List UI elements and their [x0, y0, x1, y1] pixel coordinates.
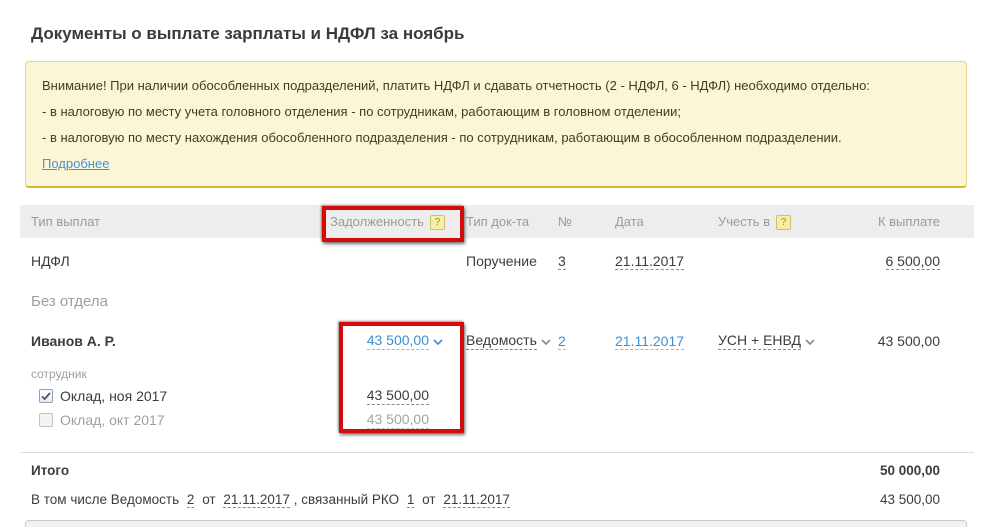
- chevron-down-icon[interactable]: [433, 333, 443, 349]
- table-header-row: Тип выплат Задолженность? Тип док-та № Д…: [20, 205, 974, 238]
- table-row-ndfl: НДФЛ Поручение 3 21.11.2017 6 500,00: [20, 238, 974, 284]
- total-detail-value: 43 500,00: [879, 491, 940, 507]
- total-detail-row: В том числе Ведомость 2 от 21.11.2017 , …: [20, 487, 974, 511]
- employee-doc-type-link[interactable]: Ведомость: [466, 332, 537, 350]
- employee-account-in-link[interactable]: УСН + ЕНВД: [718, 332, 802, 350]
- payroll-documents-page: Документы о выплате зарплаты и НДФЛ за н…: [0, 0, 992, 527]
- employee-debt-link[interactable]: 43 500,00: [366, 332, 429, 350]
- salary-item-label[interactable]: Оклад, ноя 2017: [60, 388, 167, 404]
- account-in-help-icon[interactable]: ?: [776, 214, 792, 230]
- detail-middle: , связанный РКО: [293, 491, 400, 507]
- employee-doc-date-link[interactable]: 21.11.2017: [615, 332, 685, 350]
- salary-item-label[interactable]: Оклад, окт 2017: [60, 412, 165, 428]
- salary-item-checkbox-unchecked[interactable]: [39, 413, 53, 427]
- rko-date-link[interactable]: 21.11.2017: [443, 491, 510, 508]
- detail-from-1: от: [202, 491, 216, 507]
- warning-line-3: - в налоговую по месту нахождения обособ…: [42, 130, 842, 145]
- debt-help-icon[interactable]: ?: [429, 214, 445, 230]
- header-debt-cell: Задолженность?: [330, 214, 460, 230]
- detail-prefix: В том числе Ведомость: [31, 491, 180, 507]
- ndfl-label: НДФЛ: [31, 253, 70, 269]
- rko-number-link[interactable]: 1: [406, 491, 415, 508]
- detail-from-2: от: [422, 491, 436, 507]
- employee-to-pay: 43 500,00: [877, 333, 940, 349]
- employee-doc-type-dropdown[interactable]: Ведомость: [466, 332, 551, 350]
- total-value: 50 000,00: [879, 462, 940, 478]
- total-label: Итого: [31, 462, 70, 478]
- header-number: №: [558, 214, 572, 229]
- details-link[interactable]: Подробнее: [42, 156, 109, 171]
- chevron-down-icon[interactable]: [541, 333, 551, 349]
- header-date: Дата: [615, 214, 644, 229]
- page-title: Документы о выплате зарплаты и НДФЛ за н…: [31, 24, 465, 43]
- warning-line-2: - в налоговую по месту учета головного о…: [42, 104, 681, 119]
- header-account-in-cell: Учесть в?: [718, 214, 830, 230]
- header-account-in: Учесть в: [718, 213, 771, 229]
- header-to-pay: К выплате: [877, 214, 940, 229]
- table-row-salary-item: Оклад, ноя 2017 43 500,00: [20, 384, 974, 408]
- bottom-panel-edge: [25, 520, 967, 527]
- ndfl-doc-date-link[interactable]: 21.11.2017: [615, 252, 685, 270]
- ndfl-to-pay-link[interactable]: 6 500,00: [885, 252, 940, 270]
- header-payment-type: Тип выплат: [31, 214, 101, 229]
- ndfl-doc-type: Поручение: [466, 253, 537, 269]
- statement-date-link[interactable]: 21.11.2017: [223, 491, 290, 508]
- employee-role-label: сотрудник: [31, 367, 87, 381]
- group-label: Без отдела: [31, 292, 108, 310]
- payments-table: Тип выплат Задолженность? Тип док-та № Д…: [20, 205, 974, 511]
- employee-account-in-dropdown[interactable]: УСН + ЕНВД: [718, 332, 815, 350]
- table-row-role: сотрудник: [20, 364, 974, 384]
- total-row: Итого 50 000,00: [20, 452, 974, 487]
- header-doc-type: Тип док-та: [466, 214, 530, 229]
- table-row-salary-item: Оклад, окт 2017 43 500,00: [20, 408, 974, 432]
- warning-banner: Внимание! При наличии обособленных подра…: [25, 61, 967, 188]
- table-row-employee: Иванов А. Р. 43 500,00 Ведомость 2 21.11…: [20, 318, 974, 364]
- salary-item-checkbox-checked[interactable]: [39, 389, 53, 403]
- ndfl-doc-number-link[interactable]: 3: [558, 252, 566, 270]
- employee-doc-number-link[interactable]: 2: [558, 332, 566, 350]
- employee-debt-dropdown[interactable]: 43 500,00: [366, 332, 443, 350]
- salary-item-amount-link[interactable]: 43 500,00: [366, 387, 429, 405]
- chevron-down-icon[interactable]: [805, 333, 815, 349]
- warning-line-1: Внимание! При наличии обособленных подра…: [42, 78, 870, 93]
- employee-name: Иванов А. Р.: [31, 333, 116, 349]
- table-group-row: Без отдела: [20, 284, 974, 318]
- statement-number-link[interactable]: 2: [186, 491, 195, 508]
- header-debt: Задолженность: [330, 213, 424, 229]
- total-detail-text: В том числе Ведомость 2 от 21.11.2017 , …: [31, 491, 510, 508]
- salary-item-amount-link[interactable]: 43 500,00: [366, 411, 429, 429]
